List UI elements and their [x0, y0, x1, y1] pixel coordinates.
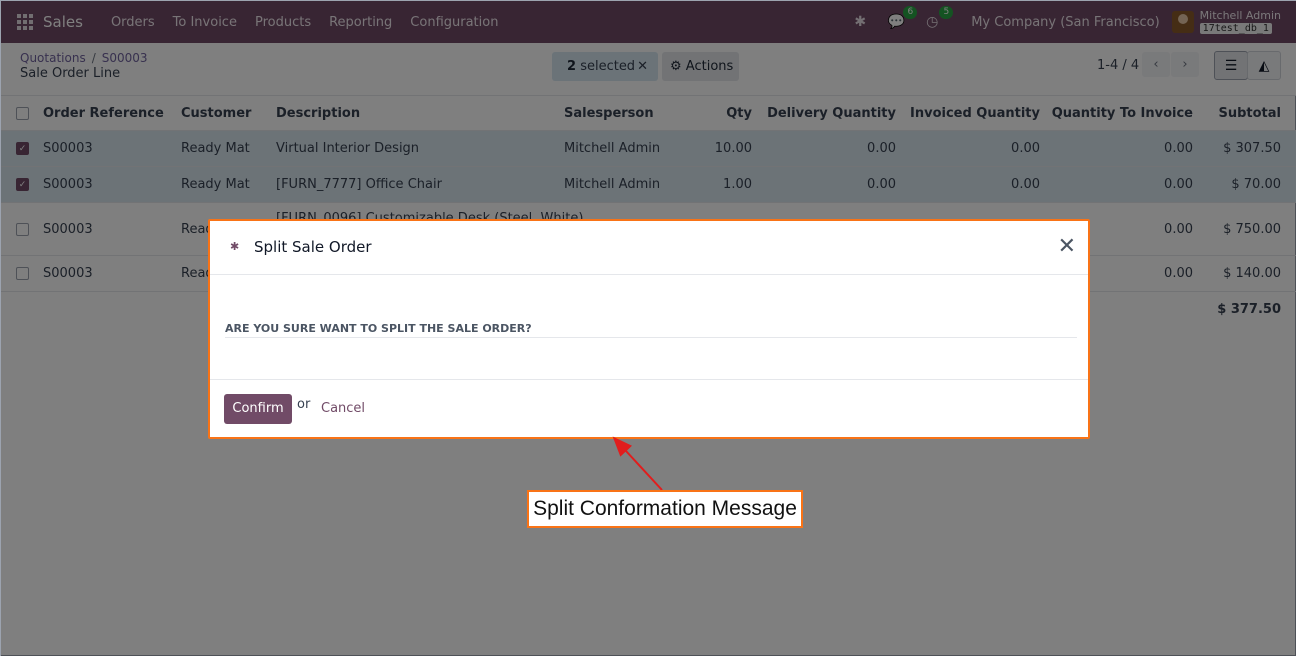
annotation-callout: Split Conformation Message: [527, 490, 803, 528]
bug-icon: ✱: [230, 240, 240, 253]
split-question-label: ARE YOU SURE WANT TO SPLIT THE SALE ORDE…: [225, 322, 1077, 338]
or-label: or: [297, 397, 311, 412]
dialog-footer: Confirm or Cancel: [210, 380, 1088, 438]
confirm-button[interactable]: Confirm: [224, 394, 292, 424]
close-icon[interactable]: ✕: [1058, 236, 1076, 258]
cancel-button[interactable]: Cancel: [321, 401, 365, 416]
split-sale-order-dialog: ✱ Split Sale Order ✕ ARE YOU SURE WANT T…: [208, 219, 1090, 439]
dialog-title: Split Sale Order: [254, 238, 372, 256]
dialog-header: ✱ Split Sale Order ✕: [210, 221, 1088, 275]
dialog-body: ARE YOU SURE WANT TO SPLIT THE SALE ORDE…: [210, 275, 1088, 380]
